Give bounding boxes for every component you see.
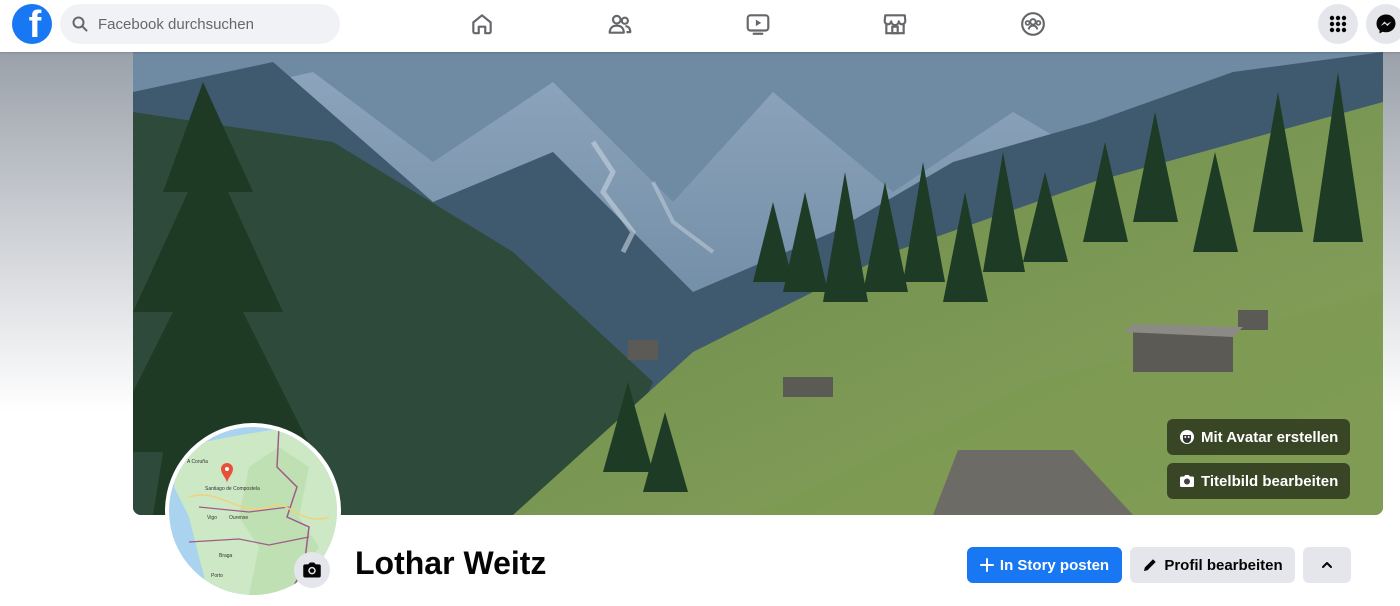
edit-cover-button[interactable]: Titelbild bearbeiten	[1167, 463, 1351, 499]
nav-marketplace[interactable]	[839, 0, 951, 48]
camera-icon	[1180, 475, 1194, 487]
plus-icon	[979, 558, 994, 572]
cover-photo[interactable]: Mit Avatar erstellen Titelbild bearbeite…	[133, 52, 1383, 515]
change-profile-picture-button[interactable]	[294, 552, 330, 588]
camera-icon	[303, 562, 321, 578]
map-label-santiago: Santiago de Compostela	[205, 486, 260, 492]
create-avatar-label: Mit Avatar erstellen	[1201, 428, 1339, 446]
messenger-icon	[1376, 14, 1396, 34]
store-icon	[883, 14, 907, 35]
groups-icon	[1021, 12, 1045, 36]
home-icon	[472, 14, 492, 35]
map-label-porto: Porto	[211, 573, 223, 579]
search-icon	[72, 16, 88, 32]
messenger-button[interactable]	[1366, 4, 1400, 44]
search-input[interactable]	[96, 14, 320, 34]
grid-menu-icon	[1329, 15, 1347, 33]
expand-profile-options-button[interactable]	[1303, 547, 1351, 583]
post-story-label: In Story posten	[999, 556, 1110, 574]
map-label-braga: Braga	[219, 553, 233, 559]
map-label-vigo: Vigo	[207, 515, 217, 521]
edit-cover-label: Titelbild bearbeiten	[1201, 472, 1339, 490]
edit-profile-label: Profil bearbeiten	[1164, 556, 1283, 574]
edit-profile-button[interactable]: Profil bearbeiten	[1130, 547, 1295, 583]
nav-watch[interactable]	[702, 0, 814, 48]
chevron-up-icon	[1322, 562, 1332, 568]
pencil-icon	[1144, 559, 1157, 571]
video-icon	[746, 14, 770, 35]
facebook-logo-icon[interactable]: f	[12, 4, 52, 44]
nav-friends[interactable]	[564, 0, 676, 48]
top-navigation-bar: f	[0, 0, 1400, 52]
profile-name: Lothar Weitz	[355, 545, 547, 581]
search-box[interactable]	[60, 4, 340, 44]
map-label-acoruna: A Coruña	[187, 459, 208, 465]
nav-home[interactable]	[426, 0, 538, 48]
create-avatar-button[interactable]: Mit Avatar erstellen	[1167, 419, 1351, 455]
post-story-button[interactable]: In Story posten	[967, 547, 1122, 583]
friends-icon	[608, 14, 632, 34]
avatar-icon	[1180, 430, 1194, 444]
menu-button[interactable]	[1318, 4, 1358, 44]
map-label-ourense: Ourense	[229, 515, 248, 521]
nav-groups[interactable]	[977, 0, 1089, 48]
